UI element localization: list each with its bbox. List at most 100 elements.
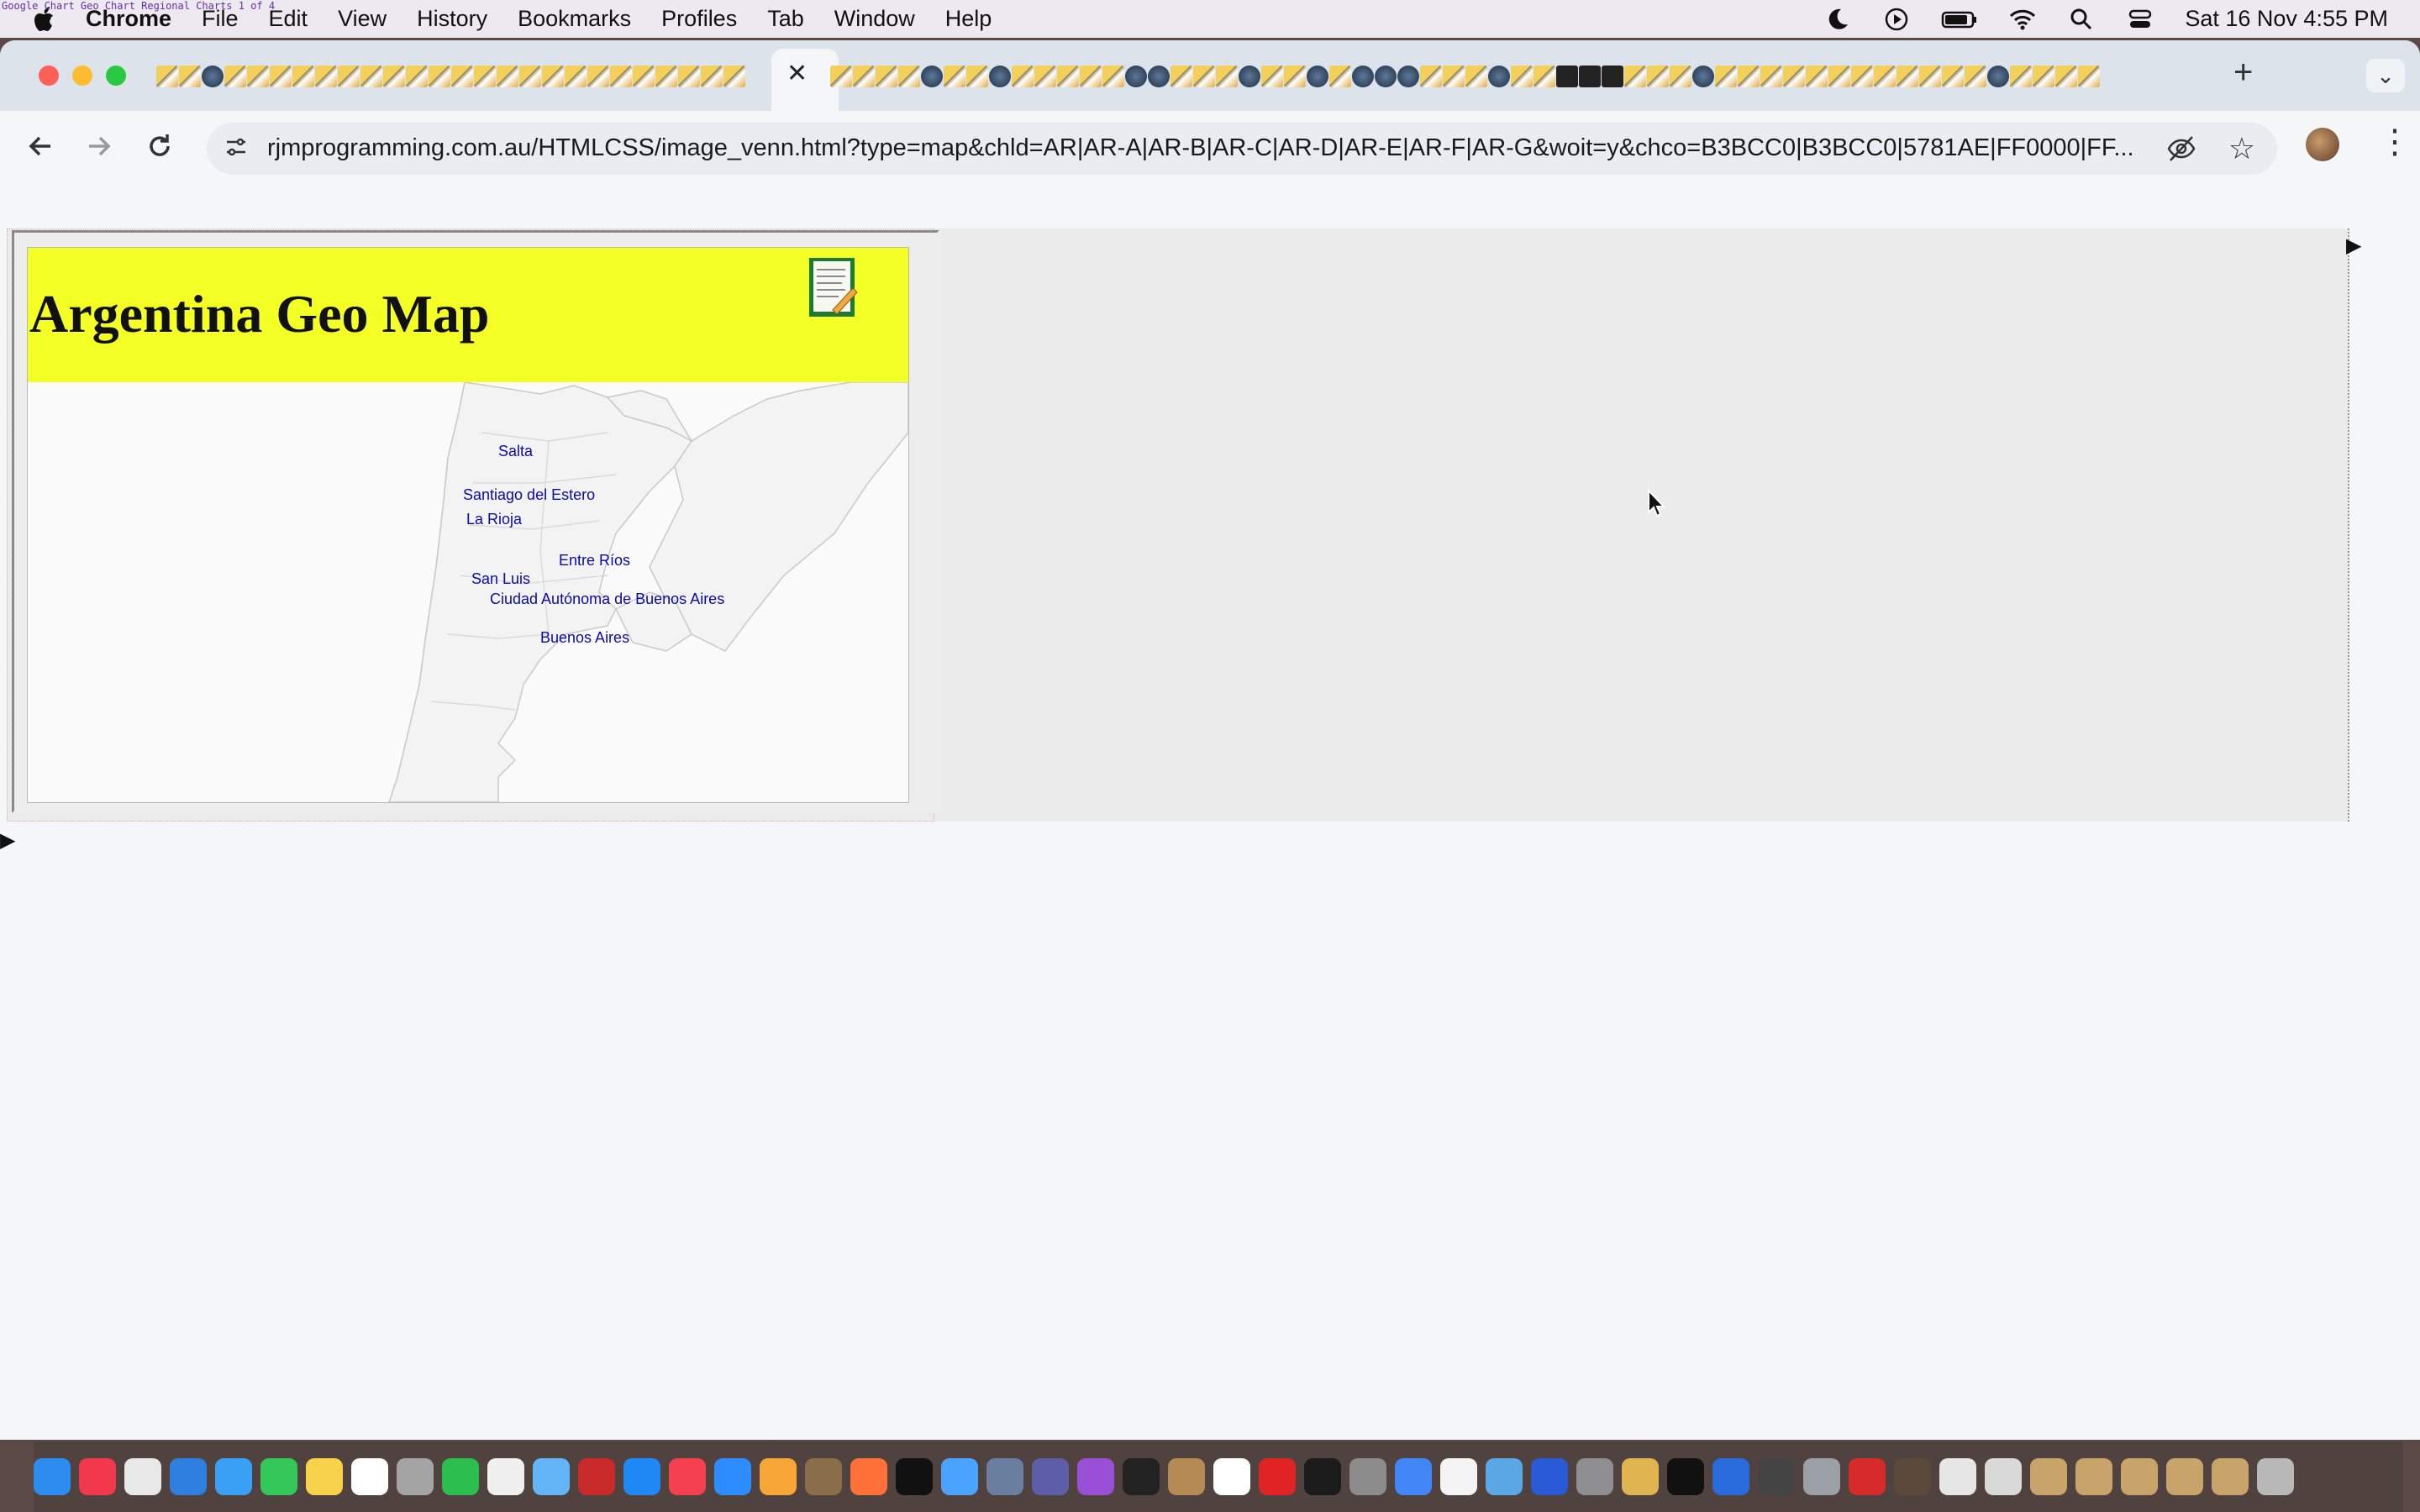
tab-favicon-icon[interactable] — [989, 66, 1011, 87]
tab-favicon-icon[interactable] — [406, 66, 428, 87]
tab-favicon-icon[interactable] — [542, 66, 564, 87]
tab-favicon-icon[interactable] — [1034, 66, 1056, 87]
tab-favicon-icon[interactable] — [898, 66, 920, 87]
tab-favicon-icon[interactable] — [360, 66, 382, 87]
news-icon[interactable] — [669, 1458, 706, 1495]
chrome-icon[interactable] — [1395, 1458, 1432, 1495]
tab-favicon-icon[interactable] — [1080, 66, 1102, 87]
tab-favicon-icon[interactable] — [1602, 66, 1623, 87]
tab-favicon-icon[interactable] — [1783, 66, 1805, 87]
tab-favicon-icon[interactable] — [921, 66, 943, 87]
tab-favicon-icon[interactable] — [1352, 66, 1374, 87]
tab-favicon-icon[interactable] — [1987, 66, 2009, 87]
finder-icon[interactable] — [34, 1458, 71, 1495]
region-label-san-luis[interactable]: San Luis — [471, 570, 530, 587]
tab-favicon-icon[interactable] — [497, 66, 518, 87]
chrome-menu-icon[interactable]: ⋮ — [2378, 123, 2412, 161]
downloads-folder-icon[interactable] — [1985, 1458, 2022, 1495]
safari-icon[interactable] — [170, 1458, 207, 1495]
mail-icon[interactable] — [215, 1458, 252, 1495]
collapse-triangle-right-icon[interactable]: ▶ — [2346, 234, 2361, 258]
archive-icon[interactable] — [1168, 1458, 1205, 1495]
argentina-map[interactable]: Salta Santiago del Estero La Rioja Entre… — [28, 382, 908, 802]
tab-favicon-icon[interactable] — [2078, 66, 2100, 87]
maps-icon[interactable] — [533, 1458, 570, 1495]
console-icon[interactable] — [1304, 1458, 1341, 1495]
app-store-icon[interactable] — [623, 1458, 660, 1495]
profile-avatar[interactable] — [2306, 128, 2339, 161]
music-icon[interactable] — [79, 1458, 116, 1495]
tab-favicon-icon[interactable] — [519, 66, 541, 87]
notes-icon[interactable] — [306, 1458, 343, 1495]
xcode-icon[interactable] — [941, 1458, 978, 1495]
facetime-icon[interactable] — [442, 1458, 479, 1495]
region-label-caba[interactable]: Ciudad Autónoma de Buenos Aires — [490, 591, 724, 607]
menu-history[interactable]: History — [417, 6, 487, 32]
calendar-icon[interactable] — [1213, 1458, 1250, 1495]
bookmark-star-icon[interactable]: ☆ — [2228, 131, 2255, 166]
tab-favicon-icon[interactable] — [429, 66, 450, 87]
screen-sharing-icon[interactable] — [986, 1458, 1023, 1495]
system-settings-icon[interactable] — [1576, 1458, 1613, 1495]
tab-favicon-icon[interactable] — [1375, 66, 1397, 87]
tab-favicon-icon[interactable] — [224, 66, 246, 87]
tab-favicon-icon[interactable] — [587, 66, 609, 87]
tab-favicon-icon[interactable] — [1715, 66, 1737, 87]
tab-favicon-icon[interactable] — [2010, 66, 2032, 87]
menu-profiles[interactable]: Profiles — [661, 6, 737, 32]
menu-window[interactable]: Window — [834, 6, 915, 32]
site-settings-icon[interactable] — [224, 134, 249, 160]
bbedit-icon[interactable] — [1032, 1458, 1069, 1495]
address-bar[interactable]: rjmprogramming.com.au/HTMLCSS/image_venn… — [207, 123, 2277, 175]
tab-favicon-icon[interactable] — [1897, 66, 1918, 87]
xquartz-icon[interactable] — [1894, 1458, 1931, 1495]
tab-favicon-icon[interactable] — [179, 66, 201, 87]
tab-favicon-icon[interactable] — [1216, 66, 1238, 87]
tab-favicon-icon[interactable] — [1443, 66, 1465, 87]
search-icon[interactable] — [2067, 7, 2096, 32]
reload-icon[interactable] — [145, 131, 175, 161]
messages-icon[interactable] — [260, 1458, 297, 1495]
collapse-triangle-left-icon[interactable]: ▶ — [0, 828, 15, 853]
tab-favicon-icon[interactable] — [633, 66, 655, 87]
tab-favicon-icon[interactable] — [156, 66, 178, 87]
tab-favicon-icon[interactable] — [701, 66, 723, 87]
menu-help[interactable]: Help — [945, 6, 992, 32]
tab-favicon-icon[interactable] — [1465, 66, 1487, 87]
opera-icon[interactable] — [1259, 1458, 1296, 1495]
calculator-icon[interactable] — [1349, 1458, 1386, 1495]
tab-favicon-icon[interactable] — [678, 66, 700, 87]
tv-icon[interactable] — [896, 1458, 933, 1495]
play-icon[interactable] — [1882, 7, 1911, 32]
control-center-icon[interactable] — [2126, 7, 2154, 32]
tab-favicon-icon[interactable] — [1579, 66, 1601, 87]
tab-favicon-icon[interactable] — [1012, 66, 1034, 87]
tab-favicon-icon[interactable] — [1261, 66, 1283, 87]
tab-favicon-icon[interactable] — [1307, 66, 1328, 87]
zoom-icon[interactable] — [714, 1458, 751, 1495]
tab-favicon-icon[interactable] — [1420, 66, 1442, 87]
inkscape-icon[interactable] — [1712, 1458, 1749, 1495]
trash-icon[interactable] — [2257, 1458, 2294, 1495]
tab-favicon-icon[interactable] — [270, 66, 292, 87]
tab-favicons-right[interactable] — [830, 62, 2217, 91]
tab-favicon-icon[interactable] — [1760, 66, 1782, 87]
tab-favicon-icon[interactable] — [1329, 66, 1351, 87]
tab-favicon-icon[interactable] — [1965, 66, 1986, 87]
terminal-icon[interactable] — [1123, 1458, 1160, 1495]
tab-favicon-icon[interactable] — [723, 66, 745, 87]
tab-favicon-icon[interactable] — [1511, 66, 1533, 87]
textedit-icon[interactable] — [1440, 1458, 1477, 1495]
tab-favicon-icon[interactable] — [1397, 66, 1419, 87]
tab-favicon-icon[interactable] — [1851, 66, 1873, 87]
tab-favicon-icon[interactable] — [1806, 66, 1828, 87]
tab-favicon-icon[interactable] — [451, 66, 473, 87]
tab-favicon-icon[interactable] — [876, 66, 897, 87]
region-label-santiago-del-estero[interactable]: Santiago del Estero — [463, 486, 595, 503]
wifi-icon[interactable] — [2008, 7, 2037, 32]
tab-favicon-icon[interactable] — [1556, 66, 1578, 87]
region-label-salta[interactable]: Salta — [498, 443, 534, 459]
quicktime-icon[interactable] — [1486, 1458, 1523, 1495]
tab-search-button[interactable]: ⌄ — [2366, 59, 2405, 92]
filezilla-icon[interactable] — [578, 1458, 615, 1495]
